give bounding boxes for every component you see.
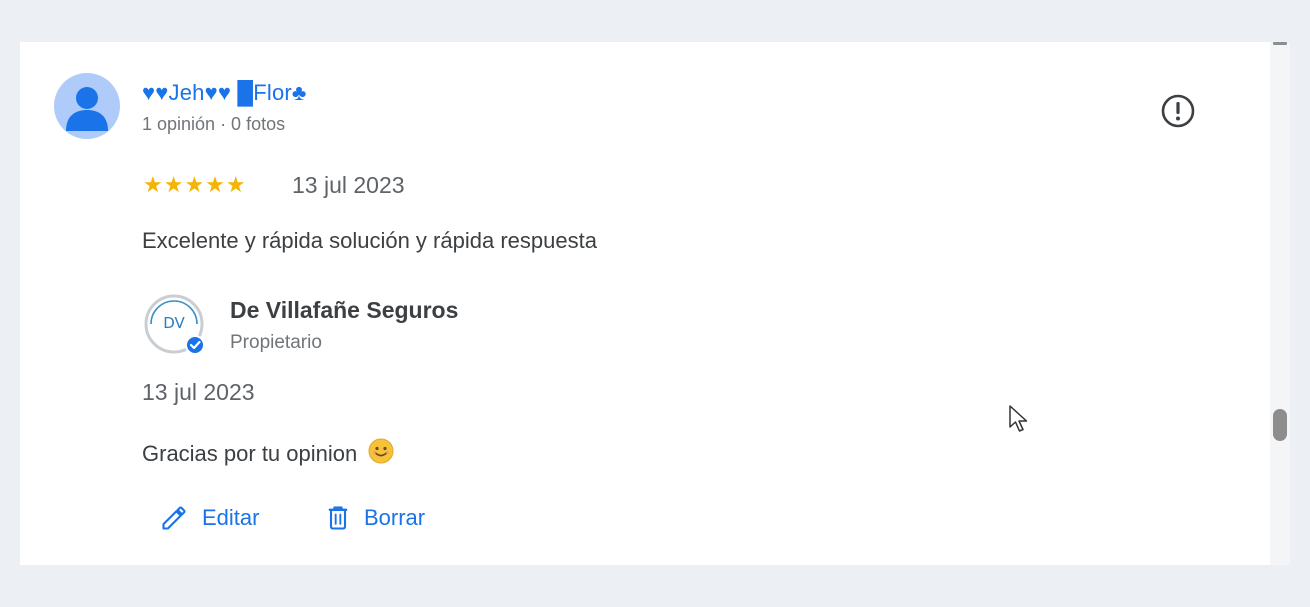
edit-label: Editar [202,505,260,530]
reply-date: 13 jul 2023 [142,379,255,405]
delete-label: Borrar [364,505,426,530]
scrollbar[interactable] [1270,42,1290,565]
verified-check-icon [185,335,205,355]
owner-logo: DV [143,293,207,357]
edit-button[interactable]: Editar [160,502,259,534]
owner-name: De Villafañe Seguros [230,297,459,323]
reply-text-container: Gracias por tu opinion [142,437,395,467]
person-icon [66,87,108,131]
trash-icon [328,506,348,530]
owner-role: Propietario [230,332,322,353]
star-rating: ★★★★★ [143,172,247,197]
pencil-icon [162,506,186,530]
scrollbar-arrow[interactable] [1273,42,1287,45]
reviewer-avatar[interactable] [54,73,120,139]
reviewer-meta: 1 opinión · 0 fotos [142,114,286,134]
owner-logo-text: DV [163,314,185,332]
delete-button[interactable]: Borrar [326,502,425,534]
reply-text: Gracias por tu opinion [142,441,358,466]
review-date: 13 jul 2023 [292,172,405,198]
mouse-pointer-icon [1008,404,1030,439]
reviewer-name[interactable]: ♥♥Jeh♥♥ █Flor♣ [142,80,307,106]
smile-emoji-icon [368,438,394,464]
exclamation-circle-icon [1161,94,1195,128]
report-button[interactable] [1160,93,1196,129]
scrollbar-thumb[interactable] [1273,409,1287,441]
review-text: Excelente y rápida solución y rápida res… [142,228,597,253]
